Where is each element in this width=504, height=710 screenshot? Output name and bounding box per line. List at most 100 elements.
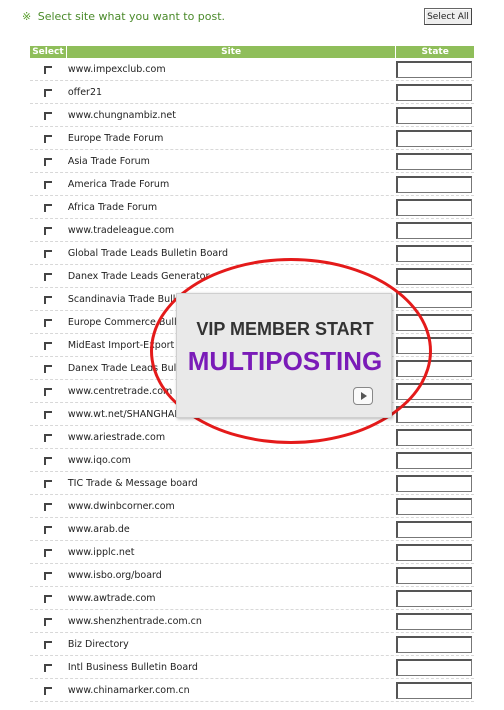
state-cell — [396, 613, 474, 630]
select-cell — [30, 180, 66, 189]
select-cell — [30, 157, 66, 166]
select-cell — [30, 686, 66, 695]
table-row: America Trade Forum — [30, 173, 474, 196]
state-input[interactable] — [396, 153, 473, 170]
select-cell — [30, 594, 66, 603]
state-input[interactable] — [396, 107, 473, 124]
select-cell — [30, 318, 66, 327]
state-input[interactable] — [396, 61, 473, 78]
state-cell — [396, 176, 474, 193]
site-checkbox[interactable] — [43, 318, 52, 327]
state-input[interactable] — [396, 360, 473, 377]
site-checkbox[interactable] — [43, 111, 52, 120]
state-cell — [396, 360, 474, 377]
site-name: www.shenzhentrade.com.cn — [67, 616, 202, 627]
select-cell — [30, 525, 66, 534]
state-input[interactable] — [396, 84, 473, 101]
play-icon — [361, 392, 367, 400]
site-checkbox[interactable] — [43, 502, 52, 511]
site-checkbox[interactable] — [43, 594, 52, 603]
site-checkbox[interactable] — [43, 364, 52, 373]
site-name: Europe Trade Forum — [67, 133, 164, 144]
state-input[interactable] — [396, 475, 473, 492]
site-checkbox[interactable] — [43, 88, 52, 97]
site-checkbox[interactable] — [43, 410, 52, 419]
play-button[interactable] — [353, 387, 373, 405]
site-checkbox[interactable] — [43, 226, 52, 235]
table-row: www.ipplc.net — [30, 541, 474, 564]
state-input[interactable] — [396, 291, 473, 308]
select-cell — [30, 433, 66, 442]
site-name: www.dwinbcorner.com — [67, 501, 175, 512]
site-checkbox[interactable] — [43, 640, 52, 649]
state-input[interactable] — [396, 498, 473, 515]
table-row: www.iqo.com — [30, 449, 474, 472]
site-checkbox[interactable] — [43, 617, 52, 626]
state-cell — [396, 337, 474, 354]
site-checkbox[interactable] — [43, 433, 52, 442]
promo-card[interactable]: VIP MEMBER START MULTIPOSTING — [176, 293, 392, 418]
state-input[interactable] — [396, 590, 473, 607]
site-checkbox[interactable] — [43, 341, 52, 350]
site-name: Asia Trade Forum — [67, 156, 150, 167]
state-input[interactable] — [396, 429, 473, 446]
select-cell — [30, 65, 66, 74]
header-state: State — [396, 46, 475, 58]
state-input[interactable] — [396, 452, 473, 469]
state-input[interactable] — [396, 406, 473, 423]
state-cell — [396, 268, 474, 285]
site-checkbox[interactable] — [43, 663, 52, 672]
site-checkbox[interactable] — [43, 686, 52, 695]
site-name: www.chungnambiz.net — [67, 110, 176, 121]
state-input[interactable] — [396, 337, 473, 354]
state-input[interactable] — [396, 268, 473, 285]
state-input[interactable] — [396, 245, 473, 262]
state-cell — [396, 245, 474, 262]
site-checkbox[interactable] — [43, 571, 52, 580]
site-name: www.iqo.com — [67, 455, 131, 466]
site-checkbox[interactable] — [43, 157, 52, 166]
select-cell — [30, 640, 66, 649]
state-input[interactable] — [396, 222, 473, 239]
site-checkbox[interactable] — [43, 65, 52, 74]
state-input[interactable] — [396, 383, 473, 400]
site-checkbox[interactable] — [43, 479, 52, 488]
site-name: Intl Business Bulletin Board — [67, 662, 198, 673]
site-checkbox[interactable] — [43, 272, 52, 281]
state-input[interactable] — [396, 199, 473, 216]
promo-title: VIP MEMBER START — [196, 319, 374, 339]
table-row: www.isbo.org/board — [30, 564, 474, 587]
site-checkbox[interactable] — [43, 134, 52, 143]
table-row: www.chinamarker.com.cn — [30, 679, 474, 702]
site-name: www.isbo.org/board — [67, 570, 162, 581]
instruction: ※ Select site what you want to post. — [22, 10, 225, 23]
state-input[interactable] — [396, 130, 473, 147]
site-checkbox[interactable] — [43, 387, 52, 396]
state-input[interactable] — [396, 521, 473, 538]
site-checkbox[interactable] — [43, 180, 52, 189]
site-checkbox[interactable] — [43, 525, 52, 534]
site-checkbox[interactable] — [43, 203, 52, 212]
state-input[interactable] — [396, 314, 473, 331]
site-checkbox[interactable] — [43, 456, 52, 465]
state-input[interactable] — [396, 682, 473, 699]
state-cell — [396, 475, 474, 492]
state-input[interactable] — [396, 176, 473, 193]
site-checkbox[interactable] — [43, 249, 52, 258]
state-cell — [396, 521, 474, 538]
state-input[interactable] — [396, 636, 473, 653]
state-input[interactable] — [396, 613, 473, 630]
state-input[interactable] — [396, 659, 473, 676]
select-all-button[interactable]: Select All — [424, 8, 472, 25]
site-checkbox[interactable] — [43, 295, 52, 304]
site-checkbox[interactable] — [43, 548, 52, 557]
select-cell — [30, 364, 66, 373]
state-cell — [396, 153, 474, 170]
state-input[interactable] — [396, 567, 473, 584]
state-cell — [396, 107, 474, 124]
table-row: www.ariestrade.com — [30, 426, 474, 449]
table-row: Biz Directory — [30, 633, 474, 656]
select-cell — [30, 111, 66, 120]
site-name: offer21 — [67, 87, 103, 98]
state-input[interactable] — [396, 544, 473, 561]
